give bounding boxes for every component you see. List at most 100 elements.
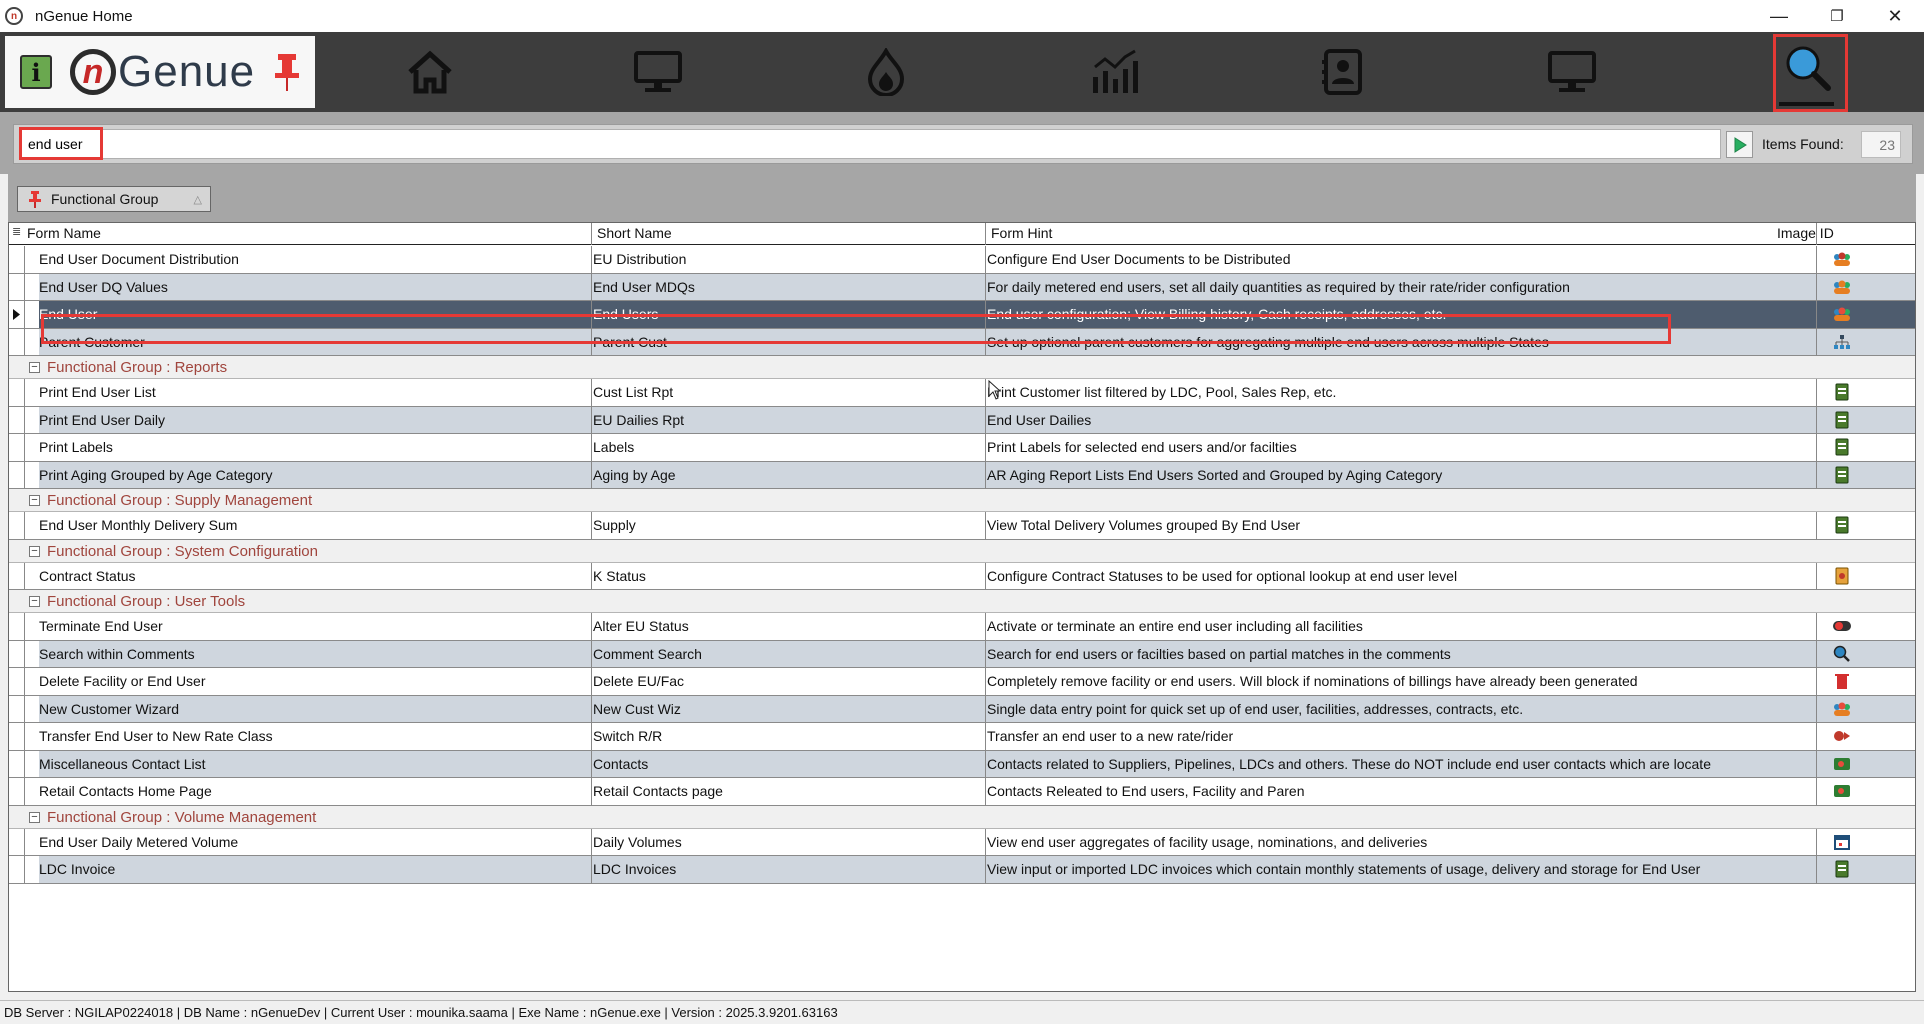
row-indicator[interactable] [9, 668, 25, 695]
group-row[interactable]: − Functional Group : User Tools [9, 590, 1915, 613]
cell-form-hint[interactable]: Single data entry point for quick set up… [987, 696, 1777, 723]
cell-form-hint[interactable]: Print Customer list filtered by LDC, Poo… [987, 379, 1777, 406]
row-indicator[interactable] [9, 723, 25, 750]
table-row[interactable]: Transfer End User to New Rate Class Switc… [9, 723, 1915, 751]
cell-short-name[interactable]: Delete EU/Fac [593, 668, 983, 695]
table-row[interactable]: Print End User List Cust List Rpt Print Cu… [9, 379, 1915, 407]
cell-form-name[interactable]: Retail Contacts Home Page [39, 778, 587, 805]
table-row[interactable]: Print Aging Grouped by Age Category Aging… [9, 461, 1915, 489]
cell-form-hint[interactable]: Contacts Releated to End users, Facility… [987, 778, 1777, 805]
table-row[interactable]: Print Labels Labels Print Labels for selec… [9, 434, 1915, 462]
cell-form-hint[interactable]: Set up optional parent customers for agg… [987, 329, 1777, 356]
cell-form-hint[interactable]: Activate or terminate an entire end user… [987, 613, 1777, 640]
table-row[interactable]: Miscellaneous Contact List Contacts Contac… [9, 750, 1915, 778]
cell-form-name[interactable]: Print Aging Grouped by Age Category [39, 462, 587, 489]
report-icon[interactable] [1817, 379, 1867, 406]
cell-form-hint[interactable]: View input or imported LDC invoices whic… [987, 856, 1777, 883]
cell-form-name[interactable]: End User DQ Values [39, 274, 587, 301]
group-row[interactable]: − Functional Group : Volume Management [9, 805, 1915, 829]
report-icon[interactable] [1817, 407, 1867, 434]
group-by-chip[interactable]: Functional Group △ [17, 186, 211, 212]
contacts-icon[interactable] [1313, 44, 1373, 100]
cell-form-name[interactable]: End User Monthly Delivery Sum [39, 512, 587, 539]
cell-form-hint[interactable]: Configure End User Documents to be Distr… [987, 246, 1777, 273]
monitor-icon[interactable] [628, 44, 688, 100]
minimize-button[interactable]: — [1750, 0, 1808, 32]
cell-short-name[interactable]: End User MDQs [593, 274, 983, 301]
col-short-name[interactable]: Short Name [597, 225, 672, 241]
row-indicator[interactable] [9, 856, 25, 883]
row-indicator[interactable] [9, 562, 25, 589]
transfer-icon[interactable] [1817, 723, 1867, 750]
cell-form-hint[interactable]: View end user aggregates of facility usa… [987, 829, 1777, 856]
collapse-icon[interactable]: − [29, 811, 40, 823]
row-indicator[interactable] [9, 246, 25, 273]
cell-short-name[interactable]: Parent Cust [593, 329, 983, 356]
sort-icon[interactable]: △ [194, 193, 202, 206]
col-form-hint[interactable]: Form Hint [991, 225, 1052, 241]
cell-short-name[interactable]: Comment Search [593, 641, 983, 668]
cell-form-hint[interactable]: End User Dailies [987, 407, 1777, 434]
cell-form-name[interactable]: Search within Comments [39, 641, 587, 668]
cell-short-name[interactable]: Switch R/R [593, 723, 983, 750]
contact-card-icon[interactable] [1817, 751, 1867, 778]
cell-short-name[interactable]: Cust List Rpt [593, 379, 983, 406]
collapse-icon[interactable]: − [29, 495, 40, 506]
row-indicator[interactable] [9, 750, 25, 777]
table-row[interactable]: Parent Customer Parent Cust Set up optiona… [9, 328, 1915, 356]
cell-form-hint[interactable]: Completely remove facility or end users.… [987, 668, 1777, 695]
cell-short-name[interactable]: Labels [593, 434, 983, 461]
run-search-button[interactable] [1726, 131, 1753, 158]
cell-form-hint[interactable]: For daily metered end users, set all dai… [987, 274, 1777, 301]
group-row[interactable]: − Functional Group : System Configuration [9, 539, 1915, 563]
calendar-icon[interactable] [1817, 829, 1867, 856]
row-indicator[interactable] [9, 273, 25, 300]
cell-form-hint[interactable]: Search for end users or facilties based … [987, 641, 1777, 668]
group-row[interactable]: − Functional Group : Supply Management [9, 489, 1915, 512]
table-row[interactable]: New Customer Wizard New Cust Wiz Single da… [9, 695, 1915, 723]
row-indicator[interactable] [9, 828, 25, 855]
cell-short-name[interactable]: LDC Invoices [593, 856, 983, 883]
cell-form-name[interactable]: LDC Invoice [39, 856, 587, 883]
home-icon[interactable] [400, 44, 460, 100]
toggle-icon[interactable] [1817, 613, 1867, 640]
table-row[interactable]: Print End User Daily EU Dailies Rpt End Us… [9, 406, 1915, 434]
cell-short-name[interactable]: K Status [593, 563, 983, 590]
row-indicator[interactable] [9, 640, 25, 667]
cell-short-name[interactable]: Alter EU Status [593, 613, 983, 640]
cell-form-name[interactable]: Print End User List [39, 379, 587, 406]
pin-icon[interactable] [271, 51, 303, 93]
magnifier-icon[interactable] [1817, 641, 1867, 668]
row-indicator[interactable] [9, 613, 25, 640]
table-row[interactable]: Search within Comments Comment Search Sear… [9, 640, 1915, 668]
users-icon[interactable] [1817, 301, 1867, 328]
row-indicator[interactable] [9, 695, 25, 722]
contact-card-icon[interactable] [1817, 778, 1867, 805]
cell-short-name[interactable]: Daily Volumes [593, 829, 983, 856]
close-button[interactable]: ✕ [1866, 0, 1924, 32]
row-indicator[interactable] [9, 461, 25, 488]
col-image-id[interactable]: Image ID [1777, 225, 1834, 241]
cell-form-hint[interactable]: End user configuration; View Billing his… [987, 301, 1777, 328]
cell-short-name[interactable]: Contacts [593, 751, 983, 778]
cell-short-name[interactable]: Retail Contacts page [593, 778, 983, 805]
cell-short-name[interactable]: New Cust Wiz [593, 696, 983, 723]
row-indicator[interactable] [9, 512, 25, 539]
users-icon[interactable] [1817, 696, 1867, 723]
cell-form-name[interactable]: Parent Customer [39, 329, 587, 356]
chart-icon[interactable] [1085, 44, 1145, 100]
table-row[interactable]: LDC Invoice LDC Invoices View input or imp… [9, 856, 1915, 884]
cell-form-name[interactable]: End User Document Distribution [39, 246, 587, 273]
row-indicator[interactable] [9, 406, 25, 433]
users-chart-icon[interactable] [1817, 274, 1867, 301]
search-input[interactable] [19, 129, 1721, 159]
cell-form-hint[interactable]: AR Aging Report Lists End Users Sorted a… [987, 462, 1777, 489]
cell-form-hint[interactable]: View Total Delivery Volumes grouped By E… [987, 512, 1777, 539]
info-icon[interactable]: i [20, 55, 52, 89]
cell-form-hint[interactable]: Configure Contract Statuses to be used f… [987, 563, 1777, 590]
table-row[interactable]: End User DQ Values End User MDQs For daily… [9, 273, 1915, 301]
trash-icon[interactable] [1817, 668, 1867, 695]
cell-form-name[interactable]: Transfer End User to New Rate Class [39, 723, 587, 750]
cell-form-name[interactable]: Miscellaneous Contact List [39, 751, 587, 778]
table-row[interactable]: End User End Users End user configuration;… [9, 301, 1915, 329]
